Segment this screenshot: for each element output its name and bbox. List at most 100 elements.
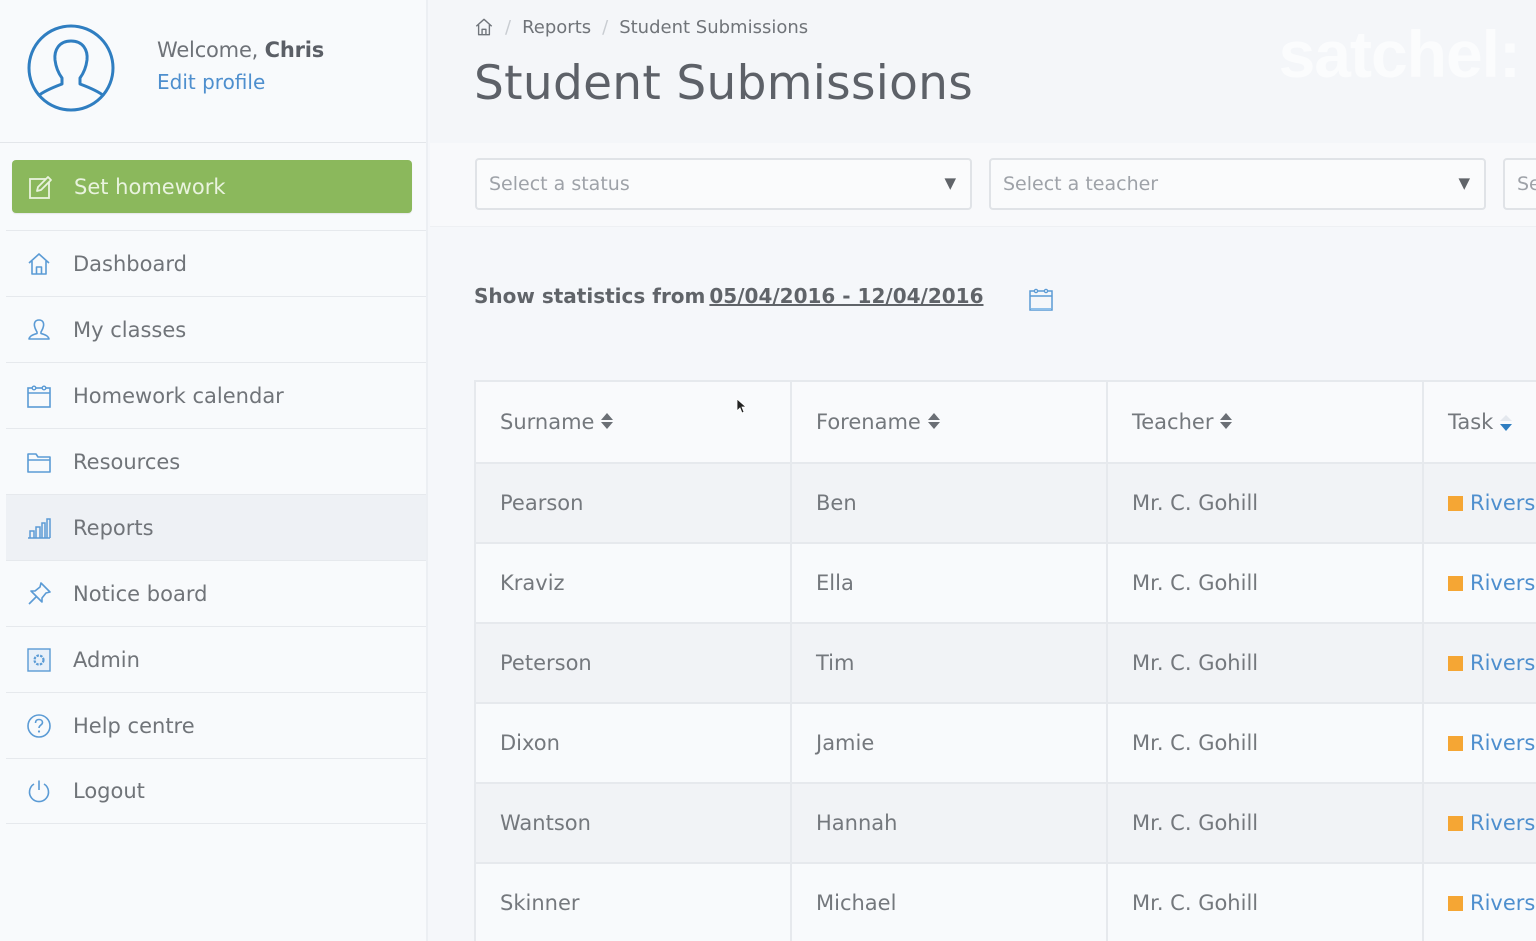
- table-row[interactable]: Wantson Hannah Mr. C. Gohill Rivers: [474, 782, 1536, 864]
- column-header-forename[interactable]: Forename: [790, 380, 1108, 464]
- third-select[interactable]: Se: [1503, 158, 1536, 210]
- edit-profile-link[interactable]: Edit profile: [157, 70, 265, 94]
- task-link[interactable]: Rivers: [1470, 491, 1535, 515]
- sidebar-item-resources[interactable]: Resources: [6, 428, 426, 494]
- breadcrumb-separator: /: [602, 16, 609, 38]
- sidebar-item-admin[interactable]: Admin: [6, 626, 426, 692]
- task-color-marker: [1448, 656, 1463, 671]
- sidebar-item-label: Logout: [73, 779, 145, 803]
- surname-text: Skinner: [500, 891, 580, 915]
- status-select[interactable]: Select a status ▼: [475, 158, 972, 210]
- sidebar: Welcome, Chris Edit profile Set homework…: [0, 0, 428, 941]
- sidebar-item-dashboard[interactable]: Dashboard: [6, 230, 426, 296]
- sidebar-item-label: Admin: [73, 647, 140, 672]
- calendar-icon[interactable]: [1028, 286, 1054, 312]
- user-name: Chris: [264, 38, 325, 62]
- cell-task: Rivers: [1422, 702, 1536, 784]
- home-icon: [28, 252, 50, 275]
- surname-text: Wantson: [500, 811, 591, 835]
- sidebar-item-label: Help centre: [73, 713, 195, 738]
- sidebar-item-label: Dashboard: [73, 251, 187, 276]
- sidebar-item-label: My classes: [73, 317, 187, 342]
- cell-surname: Wantson: [474, 782, 792, 864]
- task-color-marker: [1448, 736, 1463, 751]
- surname-text: Dixon: [500, 731, 560, 755]
- home-icon[interactable]: [474, 17, 494, 37]
- sidebar-item-logout[interactable]: Logout: [6, 758, 426, 824]
- sidebar-item-notice-board[interactable]: Notice board: [6, 560, 426, 626]
- task-link[interactable]: Rivers: [1470, 731, 1535, 755]
- sidebar-item-label: Reports: [73, 515, 154, 540]
- cell-teacher: Mr. C. Gohill: [1106, 542, 1424, 624]
- sort-icon: [1220, 413, 1233, 429]
- teacher-text: Mr. C. Gohill: [1132, 891, 1259, 915]
- table-row[interactable]: Kraviz Ella Mr. C. Gohill Rivers: [474, 542, 1536, 624]
- bar-chart-icon: [28, 517, 51, 539]
- page-header: / Reports / Student Submissions Student …: [430, 0, 1536, 143]
- teacher-text: Mr. C. Gohill: [1132, 651, 1259, 675]
- table-row[interactable]: Skinner Michael Mr. C. Gohill Rivers: [474, 862, 1536, 941]
- sidebar-item-homework-calendar[interactable]: Homework calendar: [6, 362, 426, 428]
- cell-task: Rivers: [1422, 782, 1536, 864]
- date-range-link[interactable]: 05/04/2016 - 12/04/2016: [709, 284, 983, 308]
- set-homework-label: Set homework: [74, 174, 226, 199]
- profile-section: Welcome, Chris Edit profile: [0, 0, 426, 143]
- table-row[interactable]: Dixon Jamie Mr. C. Gohill Rivers: [474, 702, 1536, 784]
- task-link[interactable]: Rivers: [1470, 891, 1535, 915]
- avatar-icon[interactable]: [26, 23, 116, 113]
- sidebar-item-label: Notice board: [73, 581, 208, 606]
- surname-text: Peterson: [500, 651, 592, 675]
- cell-forename: Ben: [790, 462, 1108, 544]
- cell-teacher: Mr. C. Gohill: [1106, 462, 1424, 544]
- column-label: Forename: [816, 410, 921, 434]
- calendar-icon: [27, 385, 51, 408]
- table-row[interactable]: Peterson Tim Mr. C. Gohill Rivers: [474, 622, 1536, 704]
- breadcrumb-reports[interactable]: Reports: [522, 17, 591, 38]
- teacher-text: Mr. C. Gohill: [1132, 571, 1259, 595]
- third-select-placeholder: Se: [1517, 173, 1536, 195]
- column-header-task[interactable]: Task: [1422, 380, 1536, 464]
- cell-forename: Michael: [790, 862, 1108, 941]
- submissions-table: Surname Forename Teacher Task Pearson Be…: [474, 380, 1536, 941]
- task-link[interactable]: Rivers: [1470, 651, 1535, 675]
- task-color-marker: [1448, 816, 1463, 831]
- sort-icon: [601, 413, 614, 429]
- surname-text: Pearson: [500, 491, 584, 515]
- column-label: Teacher: [1132, 410, 1214, 434]
- teacher-select[interactable]: Select a teacher ▼: [989, 158, 1486, 210]
- statistics-label: Show statistics from: [474, 284, 706, 308]
- table-row[interactable]: Pearson Ben Mr. C. Gohill Rivers: [474, 462, 1536, 544]
- cell-task: Rivers: [1422, 542, 1536, 624]
- forename-text: Hannah: [816, 811, 898, 835]
- cell-forename: Ella: [790, 542, 1108, 624]
- cell-teacher: Mr. C. Gohill: [1106, 622, 1424, 704]
- forename-text: Ben: [816, 491, 857, 515]
- cell-forename: Jamie: [790, 702, 1108, 784]
- page-title: Student Submissions: [474, 56, 974, 111]
- forename-text: Jamie: [816, 731, 875, 755]
- gear-icon: [27, 647, 51, 672]
- teacher-text: Mr. C. Gohill: [1132, 731, 1259, 755]
- cell-surname: Skinner: [474, 862, 792, 941]
- task-color-marker: [1448, 496, 1463, 511]
- sidebar-item-reports[interactable]: Reports: [6, 494, 426, 560]
- sidebar-item-help-centre[interactable]: Help centre: [6, 692, 426, 758]
- cell-teacher: Mr. C. Gohill: [1106, 782, 1424, 864]
- power-icon: [28, 780, 50, 803]
- task-link[interactable]: Rivers: [1470, 811, 1535, 835]
- column-header-teacher[interactable]: Teacher: [1106, 380, 1424, 464]
- cell-surname: Pearson: [474, 462, 792, 544]
- status-select-placeholder: Select a status: [489, 173, 630, 195]
- column-header-surname[interactable]: Surname: [474, 380, 792, 464]
- set-homework-button[interactable]: Set homework: [12, 160, 412, 213]
- sidebar-item-my-classes[interactable]: My classes: [6, 296, 426, 362]
- cell-teacher: Mr. C. Gohill: [1106, 862, 1424, 941]
- cell-task: Rivers: [1422, 862, 1536, 941]
- task-link[interactable]: Rivers: [1470, 571, 1535, 595]
- breadcrumb-separator: /: [505, 16, 512, 38]
- forename-text: Ella: [816, 571, 854, 595]
- folder-icon: [27, 452, 51, 473]
- cell-task: Rivers: [1422, 622, 1536, 704]
- filters-bar: Select a status ▼ Select a teacher ▼ Se: [430, 143, 1536, 227]
- column-label: Task: [1448, 410, 1494, 434]
